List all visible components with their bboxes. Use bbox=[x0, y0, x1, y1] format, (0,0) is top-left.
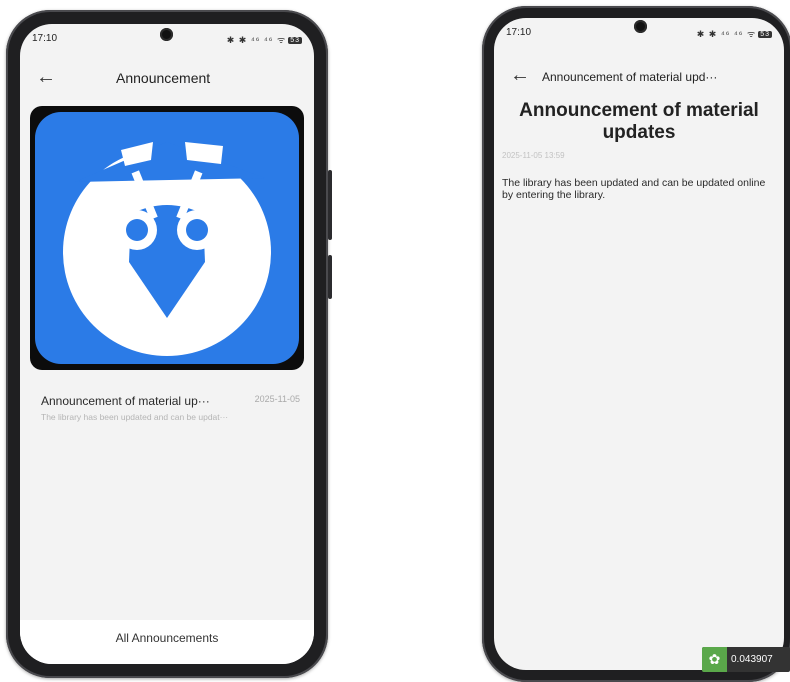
signal-icons: ✱ ✱ ⁴⁶ ⁴⁶ ᯤ bbox=[226, 35, 287, 45]
phone-left: 17:10 ✱ ✱ ⁴⁶ ⁴⁶ ᯤ 53 ← Announcement Anno… bbox=[6, 10, 332, 678]
all-announcements-link[interactable]: All Announcements bbox=[20, 620, 314, 664]
back-arrow-icon[interactable]: ← bbox=[36, 67, 56, 87]
signal-icons: ✱ ✱ ⁴⁶ ⁴⁶ ᯤ bbox=[696, 29, 757, 39]
phone-right: 17:10 ✱ ✱ ⁴⁶ ⁴⁶ ᯤ 53 ← Announcement of ma… bbox=[482, 6, 790, 682]
battery-icon: 53 bbox=[288, 37, 302, 44]
back-arrow-icon[interactable]: ← bbox=[510, 65, 530, 85]
header-bar: ← Announcement of material upd··· bbox=[494, 62, 784, 92]
front-camera bbox=[634, 20, 647, 33]
list-item-subtitle: The library has been updated and can be … bbox=[41, 412, 229, 422]
list-item[interactable]: Announcement of material up··· 2025-11-0… bbox=[41, 394, 300, 422]
status-icons: ✱ ✱ ⁴⁶ ⁴⁶ ᯤ 53 bbox=[697, 27, 772, 40]
volume-button bbox=[328, 170, 332, 240]
front-camera bbox=[160, 28, 173, 41]
banner-background bbox=[35, 112, 299, 364]
article-date: 2025-11-05 13:59 bbox=[502, 151, 565, 160]
status-icons: ✱ ✱ ⁴⁶ ⁴⁶ ᯤ 53 bbox=[227, 33, 302, 46]
status-time: 17:10 bbox=[32, 33, 58, 44]
list-item-date: 2025-11-05 bbox=[254, 394, 300, 404]
announcement-detail-screen: 17:10 ✱ ✱ ⁴⁶ ⁴⁶ ᯤ 53 ← Announcement of ma… bbox=[494, 18, 784, 670]
power-button bbox=[328, 255, 332, 299]
battery-icon: 53 bbox=[758, 31, 772, 38]
article-body: The library has been updated and can be … bbox=[502, 177, 766, 201]
overlay-badge: ✿ 0.043907 bbox=[702, 647, 790, 672]
article-title: Announcement of material updates bbox=[519, 100, 759, 143]
overlay-value: 0.043907 bbox=[731, 654, 773, 665]
list-item-title: Announcement of material up··· 2025-11-0… bbox=[41, 394, 300, 408]
status-time: 17:10 bbox=[506, 27, 532, 38]
announcement-list-screen: 17:10 ✱ ✱ ⁴⁶ ⁴⁶ ᯤ 53 ← Announcement Anno… bbox=[20, 24, 314, 664]
header-bar: ← Announcement bbox=[20, 64, 314, 94]
list-item-title-text: Announcement of material up··· bbox=[41, 394, 210, 408]
page-title: Announcement bbox=[116, 70, 211, 86]
announcement-banner[interactable] bbox=[30, 106, 304, 370]
leaf-icon: ✿ bbox=[702, 647, 727, 672]
page-title: Announcement of material upd··· bbox=[542, 70, 718, 84]
app-logo-icon bbox=[63, 142, 271, 356]
